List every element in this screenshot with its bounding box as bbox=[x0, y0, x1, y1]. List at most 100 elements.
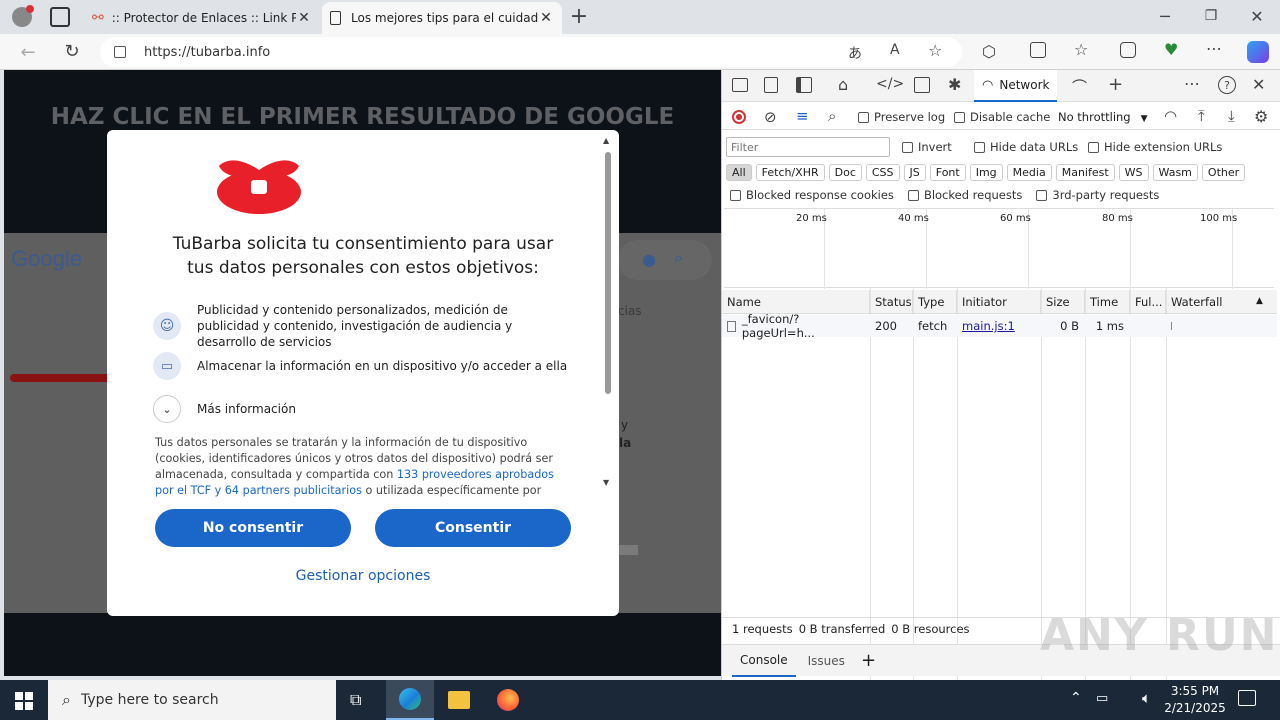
accept-button[interactable]: Consentir bbox=[375, 509, 571, 547]
filter-all[interactable]: All bbox=[726, 163, 752, 181]
invert-checkbox[interactable]: Invert bbox=[902, 140, 952, 154]
minimize-icon[interactable]: ─ bbox=[1155, 6, 1175, 26]
timeline-overview[interactable]: 20 ms 40 ms 60 ms 80 ms 100 ms bbox=[724, 208, 1274, 289]
col-status[interactable]: Status bbox=[870, 290, 913, 314]
manage-options-link[interactable]: Gestionar opciones bbox=[107, 568, 619, 584]
extensions-icon[interactable]: ⬡ bbox=[982, 42, 996, 61]
export-icon[interactable]: ⤓ bbox=[1228, 107, 1235, 125]
tab-link-protector[interactable]: ⚯ :: Protector de Enlaces :: Link Prot ✕ bbox=[84, 2, 320, 34]
network-conditions-icon[interactable]: ◠ bbox=[1164, 107, 1177, 125]
tab-network[interactable]: ◠ Network bbox=[974, 70, 1058, 102]
dialog-scrollbar[interactable] bbox=[605, 152, 611, 394]
col-size[interactable]: Size bbox=[1041, 290, 1085, 314]
notifications-icon[interactable] bbox=[1238, 690, 1256, 706]
chevron-up-icon[interactable]: ⌃ bbox=[1070, 690, 1082, 706]
console-icon[interactable] bbox=[914, 77, 930, 93]
close-icon[interactable]: ✕ bbox=[538, 10, 554, 26]
disable-cache-checkbox[interactable]: Disable cache bbox=[954, 110, 1050, 124]
filter-wasm[interactable]: Wasm bbox=[1152, 163, 1198, 181]
network-tray-icon[interactable]: ▭ bbox=[1096, 691, 1108, 706]
welcome-icon[interactable]: ⌂ bbox=[838, 75, 848, 94]
task-view-icon[interactable]: ⧉ bbox=[350, 690, 361, 710]
close-devtools-icon[interactable]: ✕ bbox=[1252, 75, 1265, 94]
blocked-cookies-checkbox[interactable]: Blocked response cookies bbox=[730, 188, 894, 202]
settings-icon[interactable]: ⚙ bbox=[1254, 107, 1268, 126]
reject-button[interactable]: No consentir bbox=[155, 509, 351, 547]
record-icon[interactable] bbox=[732, 110, 746, 124]
new-tab-icon[interactable]: + bbox=[568, 4, 590, 29]
filter-media[interactable]: Media bbox=[1006, 163, 1052, 181]
add-tool-icon[interactable]: + bbox=[1108, 74, 1123, 95]
throttling-select[interactable]: No throttling ▼ bbox=[1058, 110, 1148, 124]
close-icon[interactable]: ✕ bbox=[296, 10, 312, 26]
filter-img[interactable]: Img bbox=[969, 163, 1003, 181]
translate-icon[interactable]: あ bbox=[848, 43, 862, 63]
favorite-icon[interactable]: ☆ bbox=[928, 41, 942, 60]
copilot-icon[interactable] bbox=[1247, 41, 1269, 63]
filter-fetch[interactable]: Fetch/XHR bbox=[755, 163, 825, 181]
scroll-down-icon[interactable]: ▼ bbox=[603, 478, 609, 487]
windows-start-icon[interactable] bbox=[15, 692, 33, 710]
performance-tab-icon[interactable]: ⌒ bbox=[1072, 76, 1087, 97]
search-icon[interactable]: ⌕ bbox=[828, 107, 836, 125]
col-initiator[interactable]: Initiator bbox=[957, 290, 1041, 314]
table-row[interactable]: _favicon/?pageUrl=h... 200 fetch main.js… bbox=[722, 312, 1277, 340]
sources-icon[interactable]: ✱ bbox=[948, 75, 961, 94]
tubarba-logo bbox=[217, 160, 301, 214]
volume-icon[interactable]: 🔈︎ bbox=[1142, 689, 1151, 707]
restore-icon[interactable]: ❐ bbox=[1201, 6, 1221, 26]
col-full[interactable]: Ful... bbox=[1130, 290, 1166, 314]
row-initiator[interactable]: main.js:1 bbox=[957, 315, 1015, 337]
split-screen-icon[interactable] bbox=[1030, 42, 1046, 58]
collections-icon[interactable] bbox=[1120, 42, 1136, 58]
filter-font[interactable]: Font bbox=[929, 163, 966, 181]
preserve-log-checkbox[interactable]: Preserve log bbox=[858, 110, 945, 124]
more-info-toggle[interactable]: ⌄ Más información bbox=[153, 395, 296, 423]
filter-input[interactable] bbox=[726, 137, 890, 157]
hide-data-urls-checkbox[interactable]: Hide data URLs bbox=[974, 140, 1078, 154]
filter-js[interactable]: JS bbox=[903, 163, 926, 181]
edge-taskbar-icon[interactable] bbox=[386, 680, 434, 720]
url-field[interactable]: https://tubarba.info あ A ☆ bbox=[100, 37, 962, 67]
clock[interactable]: 3:55 PM 2/21/2025 bbox=[1164, 683, 1226, 717]
hide-extension-urls-checkbox[interactable]: Hide extension URLs bbox=[1088, 140, 1222, 154]
filter-doc[interactable]: Doc bbox=[828, 163, 862, 181]
third-party-checkbox[interactable]: 3rd-party requests bbox=[1036, 188, 1159, 202]
favorites-icon[interactable]: ☆ bbox=[1074, 40, 1088, 59]
performance-icon[interactable]: ♥ bbox=[1164, 40, 1178, 59]
filter-manifest[interactable]: Manifest bbox=[1055, 163, 1115, 181]
read-aloud-icon[interactable]: A bbox=[890, 42, 900, 58]
back-icon[interactable]: ← bbox=[18, 42, 38, 63]
add-drawer-tab-icon[interactable]: + bbox=[861, 650, 876, 671]
tab-tubarba[interactable]: Los mejores tips para el cuidado ✕ bbox=[322, 2, 562, 34]
clear-icon[interactable]: ⊘ bbox=[764, 108, 777, 126]
tab-issues[interactable]: Issues bbox=[808, 654, 845, 668]
inspect-icon[interactable] bbox=[732, 78, 748, 92]
filter-css[interactable]: CSS bbox=[865, 163, 900, 181]
filter-other[interactable]: Other bbox=[1201, 163, 1246, 181]
refresh-icon[interactable]: ↻ bbox=[62, 41, 82, 62]
help-icon[interactable]: ? bbox=[1218, 76, 1236, 94]
elements-icon[interactable]: </> bbox=[876, 76, 904, 92]
scroll-up-icon[interactable]: ▲ bbox=[603, 136, 609, 145]
tab-actions-icon[interactable] bbox=[50, 7, 70, 27]
device-emulation-icon[interactable] bbox=[764, 77, 778, 93]
dock-icon[interactable] bbox=[796, 77, 812, 93]
more-tools-icon[interactable]: ⋯ bbox=[1184, 74, 1200, 93]
sort-up-icon[interactable]: ▲ bbox=[1256, 296, 1263, 306]
tab-console[interactable]: Console bbox=[732, 645, 796, 677]
col-time[interactable]: Time bbox=[1085, 290, 1130, 314]
import-icon[interactable]: ⤒ bbox=[1198, 107, 1205, 125]
taskbar: ⌕ Type here to search ⧉ ⌃ ▭ 🔈︎ 3:55 PM 2… bbox=[0, 680, 1280, 720]
firefox-icon[interactable] bbox=[497, 689, 519, 711]
more-icon[interactable]: ⋯ bbox=[1206, 39, 1222, 58]
filter-ws[interactable]: WS bbox=[1118, 163, 1149, 181]
close-window-icon[interactable]: ✕ bbox=[1247, 6, 1267, 26]
taskbar-search[interactable]: ⌕ Type here to search bbox=[48, 680, 336, 720]
file-explorer-icon[interactable] bbox=[448, 691, 470, 709]
col-name[interactable]: Name bbox=[722, 290, 870, 314]
blocked-requests-checkbox[interactable]: Blocked requests bbox=[907, 188, 1022, 202]
filter-toggle-icon[interactable]: ≡ bbox=[796, 107, 809, 125]
col-type[interactable]: Type bbox=[913, 290, 957, 314]
chevron-down-icon[interactable]: ⌄ bbox=[153, 395, 181, 423]
